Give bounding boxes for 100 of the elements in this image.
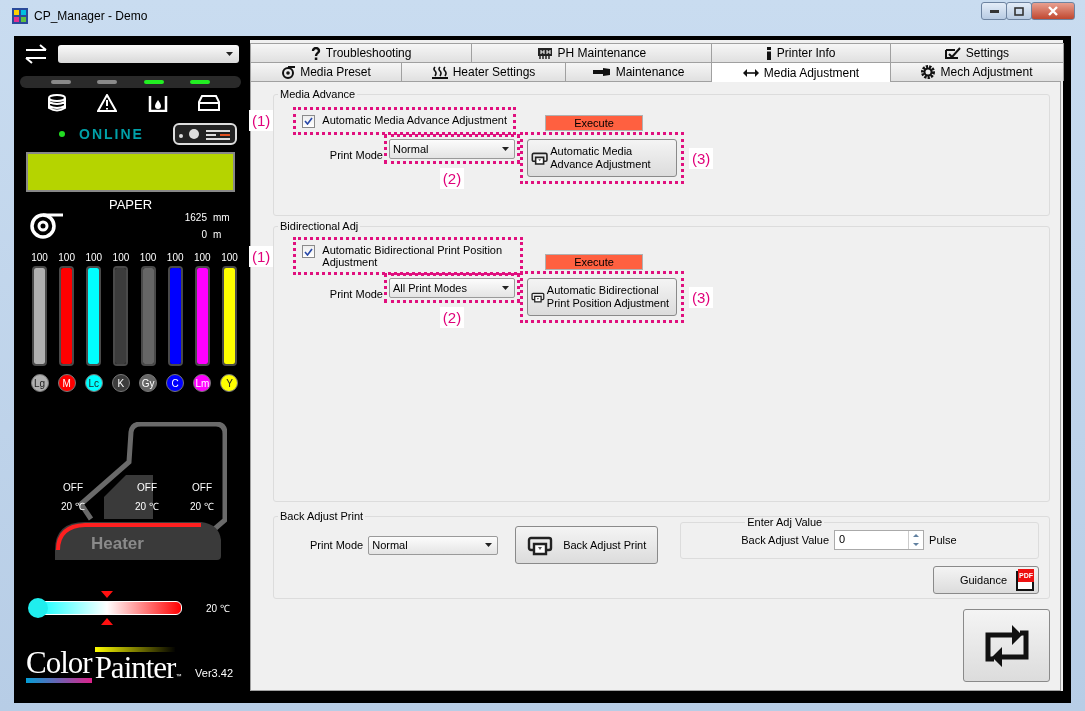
heater-label: Heater — [91, 534, 144, 554]
print-mode-label: Print Mode — [310, 539, 364, 551]
media-remaining-value: 0 — [200, 229, 207, 240]
callout-label: (2) — [439, 168, 465, 189]
ink-color-dot: K — [111, 374, 130, 392]
check-icon — [944, 46, 961, 60]
version-label: Ver3.42 — [195, 667, 233, 679]
heater-zone-state: OFF — [63, 482, 83, 493]
checkmark-icon — [304, 117, 314, 125]
section-title: Media Advance — [279, 88, 357, 100]
auto-adjust-checkbox[interactable]: Automatic Media Advance Adjustment — [298, 111, 511, 130]
gear-icon — [921, 65, 936, 79]
back-adjust-value-field[interactable]: 0 — [834, 530, 925, 550]
printer-icon — [197, 94, 220, 112]
callout-label: (1) — [249, 245, 274, 267]
maximize-icon — [1014, 6, 1024, 16]
media-name: PAPER — [107, 197, 154, 212]
dropdown-caret-icon — [502, 286, 509, 290]
minimize-icon — [989, 9, 999, 13]
tab[interactable]: PH Maintenance — [471, 43, 712, 62]
ink-level-reading: 100 — [166, 252, 184, 263]
print-mode-label: Print Mode — [329, 288, 383, 300]
ink-color-dot: M — [57, 374, 76, 392]
callout-label: (3) — [689, 147, 714, 169]
dropdown-caret-icon — [502, 147, 509, 151]
refresh-button[interactable] — [963, 609, 1050, 682]
heater-zone-temperature: 20 ℃ — [61, 500, 85, 513]
heater-zone-temperature: 20 ℃ — [135, 500, 159, 513]
dropdown-caret-icon — [485, 543, 493, 547]
close-button[interactable] — [1031, 2, 1075, 20]
tab[interactable]: Troubleshooting — [250, 43, 473, 62]
logo-text: Painter — [94, 647, 176, 683]
execute-status-label: Execute — [545, 115, 643, 131]
callout-label: (3) — [689, 286, 714, 308]
heater-zone-state: OFF — [192, 482, 212, 493]
printer-unit-icon — [171, 122, 238, 146]
auto-adjust-checkbox[interactable]: Automatic Bidirectional Print Position Adjustment — [298, 242, 519, 270]
ink-level-reading: 100 — [58, 252, 75, 263]
callout-label: (1) — [249, 110, 274, 131]
ink-color-dot: Lm — [193, 374, 212, 392]
online-status-text: ONLINE — [79, 126, 144, 142]
slider-thumb[interactable] — [28, 598, 48, 618]
media-roll-icon — [281, 65, 296, 79]
swap-arrows-icon[interactable] — [24, 44, 48, 64]
maximize-button[interactable] — [1006, 2, 1032, 20]
tab[interactable]: Printer Info — [710, 43, 891, 62]
media-roll-icon — [30, 210, 64, 240]
checkmark-icon — [304, 247, 314, 256]
tab[interactable]: Mech Adjustment — [890, 62, 1064, 81]
print-mode-label: Print Mode — [329, 149, 383, 161]
heater-zone-state: OFF — [137, 482, 157, 493]
ink-color-dot: C — [166, 374, 185, 392]
tab[interactable]: Maintenance — [565, 62, 712, 81]
media-remaining-unit: m — [213, 229, 223, 240]
print-mode-dropdown[interactable]: Normal — [368, 535, 499, 555]
ink-level-reading: 100 — [139, 252, 157, 263]
auto-adjust-button[interactable]: Automatic Media Advance Adjustment — [527, 139, 677, 177]
ink-color-dot: Y — [220, 374, 239, 392]
heat-waves-icon — [431, 65, 448, 79]
checkbox[interactable] — [302, 245, 316, 258]
print-mode-dropdown[interactable]: Normal — [389, 139, 515, 159]
media-width-unit: mm — [213, 212, 231, 223]
section-title: Bidirectional Adj — [279, 220, 360, 232]
temperature-reading: 20 ℃ — [206, 602, 230, 615]
target-marker-icon — [101, 591, 113, 625]
question-mark-icon — [310, 46, 321, 60]
minimize-button[interactable] — [981, 2, 1007, 20]
ink-level-reading: 100 — [221, 252, 238, 263]
disc-stack-icon — [47, 94, 68, 112]
back-adjust-print-button[interactable]: Back Adjust Print — [515, 526, 659, 564]
tab[interactable]: Media Preset — [250, 62, 402, 81]
group-title: Enter Adj Value — [746, 516, 824, 528]
ink-color-dot: Gy — [139, 374, 158, 392]
ink-tank-icon — [147, 94, 168, 112]
print-mode-dropdown[interactable]: All Print Modes — [389, 278, 515, 298]
printer-icon — [527, 534, 554, 556]
double-arrow-icon — [742, 68, 759, 77]
ink-level-reading: 100 — [85, 252, 103, 263]
ink-level-reading: 100 — [112, 252, 130, 263]
tab[interactable]: Media Adjustment — [711, 62, 891, 82]
ink-color-dot: Lc — [84, 374, 103, 392]
tab[interactable]: Heater Settings — [401, 62, 566, 81]
dropdown-caret-icon — [226, 52, 233, 56]
back-adjust-value-label: Back Adjust Value — [741, 534, 830, 546]
window-title: CP_Manager - Demo — [34, 9, 149, 23]
heater-zone-temperature: 20 ℃ — [190, 500, 214, 513]
ink-color-dot: Lg — [30, 374, 49, 392]
tab[interactable]: Settings — [889, 43, 1064, 62]
media-width-value: 1625 — [184, 212, 207, 223]
auto-adjust-button[interactable]: Automatic Bidirectional Print Position Adjustment — [527, 278, 677, 316]
logo-text: Color — [26, 647, 92, 683]
close-icon — [1048, 6, 1058, 16]
checkbox[interactable] — [302, 114, 316, 128]
section-title: Back Adjust Print — [279, 510, 365, 522]
app-icon — [12, 8, 28, 24]
ink-level-reading: 100 — [31, 252, 48, 263]
warning-icon — [97, 94, 118, 112]
info-icon — [765, 46, 772, 60]
ink-level-reading: 100 — [194, 252, 211, 263]
printhead-icon — [536, 46, 553, 60]
